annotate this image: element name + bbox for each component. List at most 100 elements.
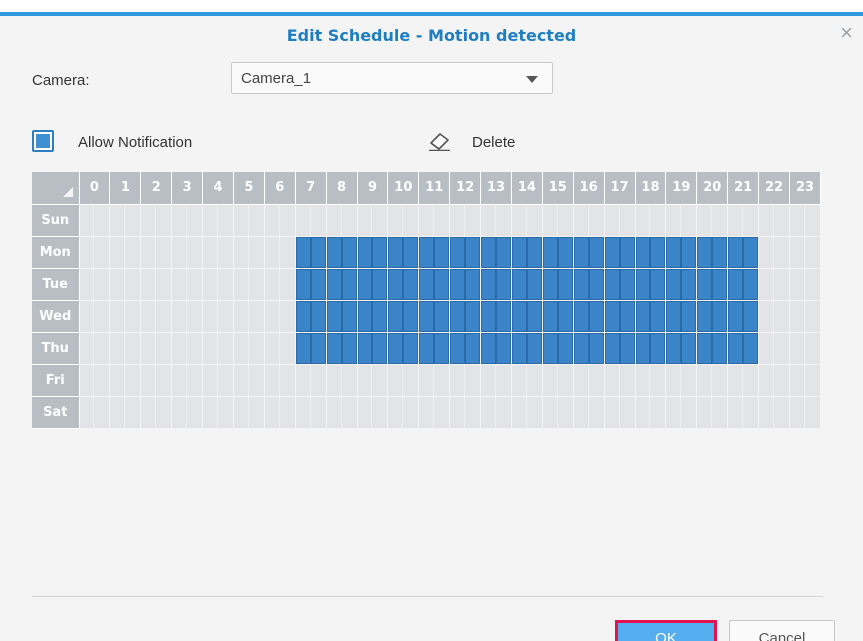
- schedule-slot[interactable]: [805, 237, 820, 268]
- schedule-slot-active[interactable]: [635, 300, 651, 332]
- schedule-slot-active[interactable]: [666, 236, 682, 268]
- schedule-slot-active[interactable]: [604, 332, 620, 364]
- schedule-cell[interactable]: [758, 364, 790, 397]
- schedule-cell[interactable]: [387, 204, 420, 237]
- schedule-slot[interactable]: [481, 204, 497, 236]
- schedule-slot[interactable]: [636, 364, 651, 396]
- schedule-cell[interactable]: [696, 204, 729, 237]
- schedule-cell[interactable]: [604, 332, 636, 365]
- schedule-slot[interactable]: [403, 397, 418, 428]
- schedule-slot[interactable]: [203, 268, 218, 300]
- schedule-slot[interactable]: [589, 397, 604, 428]
- schedule-slot[interactable]: [218, 301, 233, 332]
- schedule-slot[interactable]: [156, 365, 171, 396]
- schedule-slot-active[interactable]: [635, 268, 651, 300]
- schedule-cell[interactable]: [357, 364, 389, 397]
- schedule-slot[interactable]: [110, 268, 126, 300]
- schedule-slot[interactable]: [125, 301, 140, 332]
- schedule-slot[interactable]: [403, 205, 418, 236]
- schedule-cell[interactable]: [635, 204, 667, 237]
- schedule-slot[interactable]: [94, 333, 109, 364]
- schedule-slot[interactable]: [187, 301, 202, 332]
- schedule-cell[interactable]: [140, 268, 173, 301]
- schedule-slot[interactable]: [790, 268, 805, 300]
- schedule-slot-active[interactable]: [496, 332, 511, 364]
- schedule-slot[interactable]: [110, 300, 126, 332]
- schedule-cell[interactable]: [264, 268, 296, 301]
- schedule-cell[interactable]: [140, 364, 173, 397]
- schedule-cell[interactable]: [480, 204, 512, 237]
- schedule-slot[interactable]: [712, 365, 727, 396]
- schedule-slot[interactable]: [234, 300, 249, 332]
- schedule-slot-active[interactable]: [434, 236, 450, 268]
- schedule-slot[interactable]: [620, 397, 635, 428]
- schedule-slot-active[interactable]: [743, 236, 759, 268]
- schedule-slot-active[interactable]: [526, 300, 542, 332]
- schedule-slot-active[interactable]: [403, 300, 419, 332]
- schedule-cell[interactable]: [480, 364, 512, 397]
- schedule-slot[interactable]: [265, 204, 280, 236]
- schedule-slot[interactable]: [465, 205, 480, 236]
- schedule-slot-active[interactable]: [666, 332, 682, 364]
- schedule-slot[interactable]: [527, 397, 542, 428]
- hour-header-10[interactable]: 10: [387, 172, 420, 205]
- schedule-slot-active[interactable]: [542, 236, 558, 268]
- schedule-cell[interactable]: [511, 204, 543, 237]
- schedule-slot[interactable]: [543, 364, 558, 396]
- schedule-cell[interactable]: [109, 396, 142, 429]
- schedule-cell[interactable]: [449, 204, 482, 237]
- hour-header-1[interactable]: 1: [109, 172, 142, 205]
- schedule-cell[interactable]: [357, 300, 389, 333]
- schedule-slot-active[interactable]: [341, 300, 357, 332]
- schedule-cell[interactable]: [511, 236, 543, 269]
- schedule-slot[interactable]: [403, 365, 418, 396]
- hour-header-14[interactable]: 14: [511, 172, 543, 205]
- schedule-slot[interactable]: [94, 365, 109, 396]
- schedule-cell[interactable]: [480, 396, 512, 429]
- schedule-cell[interactable]: [604, 300, 636, 333]
- schedule-slot-active[interactable]: [481, 268, 497, 300]
- schedule-slot-active[interactable]: [434, 268, 450, 300]
- schedule-cell[interactable]: [171, 268, 204, 301]
- schedule-cell[interactable]: [635, 300, 667, 333]
- schedule-slot-active[interactable]: [511, 300, 527, 332]
- schedule-slot[interactable]: [728, 396, 744, 428]
- schedule-cell[interactable]: [727, 364, 760, 397]
- hour-header-22[interactable]: 22: [758, 172, 790, 205]
- schedule-slot[interactable]: [280, 365, 295, 396]
- schedule-slot-active[interactable]: [635, 332, 651, 364]
- schedule-slot-active[interactable]: [743, 332, 759, 364]
- schedule-slot[interactable]: [743, 397, 758, 428]
- schedule-slot[interactable]: [465, 397, 480, 428]
- schedule-cell[interactable]: [573, 364, 605, 397]
- schedule-slot[interactable]: [728, 204, 744, 236]
- schedule-cell[interactable]: [727, 300, 760, 333]
- schedule-cell[interactable]: [449, 364, 482, 397]
- schedule-slot[interactable]: [650, 365, 665, 396]
- schedule-slot[interactable]: [574, 364, 589, 396]
- schedule-cell[interactable]: [357, 204, 389, 237]
- hour-header-20[interactable]: 20: [696, 172, 729, 205]
- schedule-slot[interactable]: [327, 204, 342, 236]
- schedule-slot[interactable]: [358, 396, 373, 428]
- schedule-slot[interactable]: [172, 364, 188, 396]
- schedule-slot[interactable]: [187, 333, 202, 364]
- schedule-slot-active[interactable]: [681, 332, 697, 364]
- schedule-slot[interactable]: [249, 301, 264, 332]
- schedule-slot-active[interactable]: [465, 268, 481, 300]
- schedule-slot[interactable]: [249, 333, 264, 364]
- schedule-slot[interactable]: [790, 204, 805, 236]
- schedule-slot-active[interactable]: [681, 300, 697, 332]
- schedule-cell[interactable]: [727, 396, 760, 429]
- schedule-slot[interactable]: [419, 364, 435, 396]
- schedule-slot[interactable]: [203, 204, 218, 236]
- schedule-cell[interactable]: [109, 268, 142, 301]
- schedule-slot[interactable]: [743, 365, 758, 396]
- schedule-cell[interactable]: [387, 364, 420, 397]
- schedule-slot-active[interactable]: [542, 332, 558, 364]
- schedule-cell[interactable]: [511, 300, 543, 333]
- hour-header-2[interactable]: 2: [140, 172, 173, 205]
- schedule-cell[interactable]: [542, 204, 574, 237]
- schedule-cell[interactable]: [511, 396, 543, 429]
- schedule-slot-active[interactable]: [419, 332, 435, 364]
